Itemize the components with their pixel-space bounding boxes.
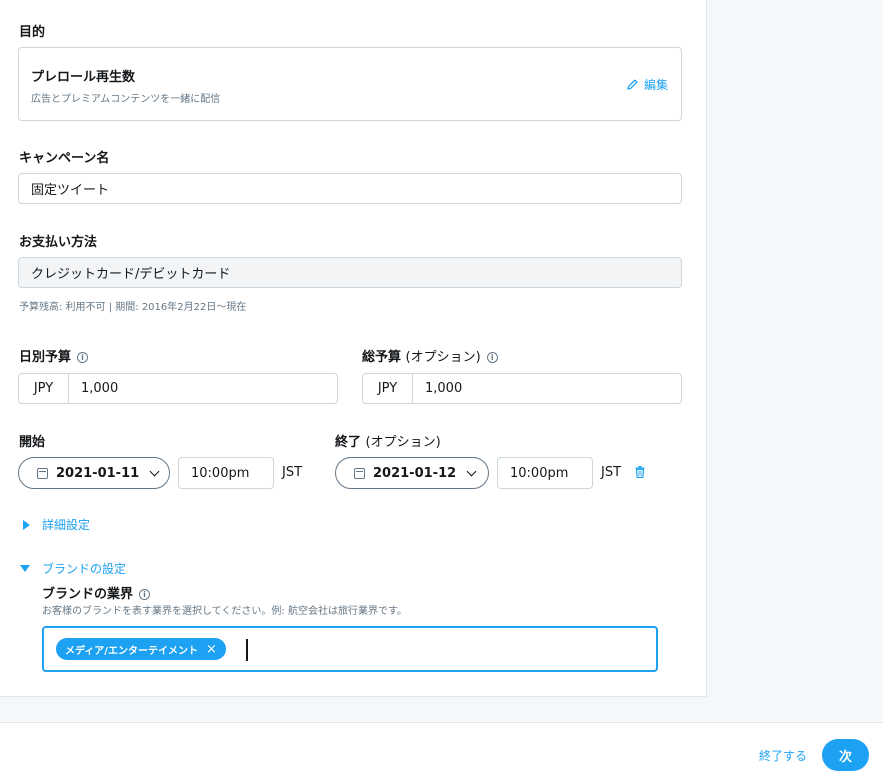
info-icon[interactable]: i — [139, 589, 151, 600]
total-budget-currency: JPY — [363, 374, 413, 403]
end-timezone: JST — [601, 465, 622, 480]
end-date-value: 2021-01-12 — [373, 465, 457, 481]
daily-budget-amount[interactable]: 1,000 — [69, 374, 118, 403]
end-label: 終了 (オプション) — [335, 431, 441, 450]
total-budget-optional: (オプション) — [405, 350, 481, 365]
calendar-icon — [37, 467, 48, 479]
objective-description: 広告とプレミアムコンテンツを一緒に配信 — [31, 94, 221, 105]
objective-card: プレロール再生数 広告とプレミアムコンテンツを一緒に配信 編集 — [18, 47, 682, 121]
end-button[interactable]: 終了する — [759, 747, 807, 764]
advanced-settings-label: 詳細設定 — [42, 518, 91, 532]
brand-industry-label-text: ブランドの業界 — [42, 587, 134, 602]
brand-settings-toggle[interactable]: ブランドの設定 — [20, 560, 126, 577]
brand-industry-input[interactable]: メディア/エンターテイメント × — [42, 626, 658, 672]
end-time-input[interactable]: 10:00pm — [497, 457, 593, 489]
end-date-picker[interactable]: 2021-01-12 — [335, 457, 489, 489]
pencil-icon — [627, 79, 638, 90]
info-icon[interactable]: i — [486, 352, 498, 363]
campaign-name-value: 固定ツイート — [31, 183, 110, 198]
caret-down-icon — [20, 565, 30, 572]
total-budget-amount[interactable]: 1,000 — [413, 374, 462, 403]
brand-industry-label: ブランドの業界 i — [42, 583, 151, 602]
objective-title: プレロール再生数 — [31, 70, 136, 85]
end-optional: (オプション) — [365, 435, 441, 450]
daily-budget-currency: JPY — [19, 374, 69, 403]
caret-right-icon — [23, 519, 30, 530]
start-time-value: 10:00pm — [191, 465, 250, 481]
start-date-picker[interactable]: 2021-01-11 — [18, 457, 170, 489]
edit-label: 編集 — [643, 78, 668, 92]
edit-objective-link[interactable]: 編集 — [626, 76, 668, 93]
objective-label: 目的 — [19, 25, 46, 40]
campaign-name-label: キャンペーン名 — [19, 151, 110, 166]
brand-settings-label: ブランドの設定 — [42, 562, 127, 576]
end-time-value: 10:00pm — [510, 465, 569, 481]
footer-bar: 終了する 次 — [0, 722, 883, 783]
daily-budget-label-text: 日別予算 — [19, 350, 72, 365]
end-label-text: 終了 — [335, 435, 362, 450]
industry-tag-chip: メディア/エンターテイメント × — [56, 638, 226, 660]
daily-budget-label: 日別予算 i — [19, 346, 89, 365]
calendar-icon — [354, 467, 365, 479]
total-budget-label-text: 総予算 — [362, 350, 402, 365]
start-label: 開始 — [19, 435, 46, 450]
payment-method-value: クレジットカード/デビットカード — [31, 267, 231, 282]
campaign-form-panel: 目的 プレロール再生数 広告とプレミアムコンテンツを一緒に配信 編集 キャンペー… — [0, 0, 707, 697]
next-button[interactable]: 次 — [822, 739, 869, 771]
chevron-down-icon — [149, 466, 160, 476]
industry-tag-label: メディア/エンターテイメント — [65, 645, 198, 657]
start-date-value: 2021-01-11 — [56, 465, 140, 481]
payment-method-field: クレジットカード/デビットカード — [18, 257, 682, 288]
text-cursor — [246, 639, 248, 661]
campaign-name-input[interactable]: 固定ツイート — [18, 173, 682, 204]
start-time-input[interactable]: 10:00pm — [178, 457, 274, 489]
payment-label: お支払い方法 — [19, 235, 98, 250]
brand-industry-help: お客様のブランドを表す業界を選択してください。例: 航空会社は旅行業界です。 — [42, 606, 407, 617]
chevron-down-icon — [466, 466, 477, 476]
start-timezone: JST — [282, 465, 303, 480]
advanced-settings-toggle[interactable]: 詳細設定 — [23, 516, 90, 533]
payment-note: 予算残高: 利用不可 | 期間: 2016年2月22日〜現在 — [19, 302, 247, 313]
total-budget-label: 総予算 (オプション) i — [362, 346, 498, 365]
trash-icon[interactable] — [635, 466, 645, 478]
remove-tag-icon[interactable]: × — [206, 642, 217, 657]
daily-budget-input[interactable]: JPY 1,000 — [18, 373, 338, 404]
info-icon[interactable]: i — [77, 352, 89, 363]
total-budget-input[interactable]: JPY 1,000 — [362, 373, 682, 404]
